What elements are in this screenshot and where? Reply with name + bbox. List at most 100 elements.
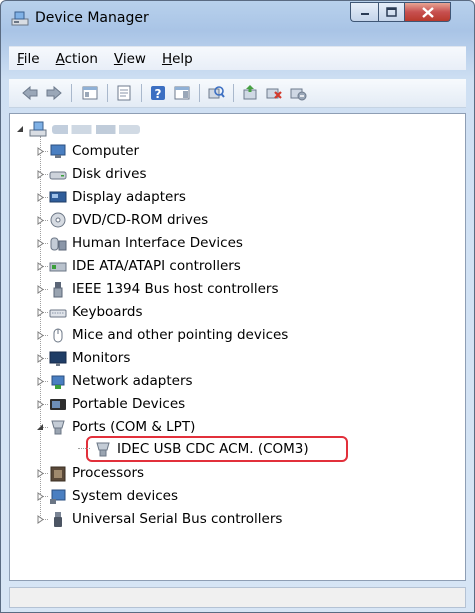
title-bar[interactable]: Device Manager (1, 1, 474, 33)
menu-view-rest: iew (122, 50, 146, 67)
tree-item-label: Human Interface Devices (72, 235, 243, 251)
tree-item-system-device[interactable]: System devices (36, 485, 178, 507)
tree-item-label: IDE ATA/ATAPI controllers (72, 258, 241, 274)
device-manager-window: Device Manager File Action View Help ? C… (0, 0, 475, 613)
tree-item-label: Universal Serial Bus controllers (72, 511, 283, 527)
expand-arrow-icon[interactable] (36, 307, 45, 317)
display-adapter-icon (49, 189, 67, 206)
expand-arrow-icon[interactable] (36, 261, 45, 271)
maximize-button[interactable] (378, 2, 405, 22)
scan-hardware-changes-icon[interactable] (207, 84, 225, 102)
tree-item-label: Monitors (72, 350, 131, 366)
window-title: Device Manager (35, 10, 149, 26)
port-icon (94, 441, 112, 458)
expand-arrow-icon[interactable] (36, 146, 45, 156)
device-manager-icon (11, 10, 29, 26)
tree-item-computer[interactable]: Computer (36, 140, 139, 162)
processor-icon (49, 465, 67, 482)
expand-arrow-icon[interactable] (36, 330, 45, 340)
show-hide-console-tree-icon[interactable] (81, 84, 99, 102)
portable-device-icon (49, 396, 67, 413)
computer-icon (49, 143, 67, 160)
toolbar: ? (9, 79, 466, 108)
menu-bar: File Action View Help (9, 46, 466, 70)
menu-action[interactable]: Action (56, 51, 98, 67)
close-button[interactable] (405, 2, 451, 22)
update-driver-icon[interactable] (241, 84, 259, 102)
minimize-icon (360, 13, 369, 15)
expand-arrow-icon[interactable] (36, 514, 45, 524)
help-icon[interactable]: ? (149, 84, 167, 102)
properties-icon[interactable] (115, 84, 133, 102)
action-pane-icon[interactable] (173, 84, 191, 102)
tree-item-usb[interactable]: Universal Serial Bus controllers (36, 508, 282, 530)
expand-arrow-icon[interactable] (36, 215, 45, 225)
network-adapter-icon (49, 373, 67, 390)
back-arrow-icon[interactable] (21, 84, 39, 102)
expand-arrow-icon[interactable] (36, 353, 45, 363)
svg-text:?: ? (155, 87, 162, 101)
tree-item-label: Mice and other pointing devices (72, 327, 289, 343)
system-device-icon (49, 488, 67, 505)
disable-device-icon[interactable] (289, 84, 307, 102)
tree-item-port-child[interactable]: IDEC USB CDC ACM. (COM3) (78, 438, 309, 460)
tree-item-mouse[interactable]: Mice and other pointing devices (36, 324, 288, 346)
expand-arrow-icon[interactable] (36, 192, 45, 202)
tree-item-label: IEEE 1394 Bus host controllers (72, 281, 279, 297)
disk-drive-icon (49, 166, 67, 183)
toolbar-separator (71, 84, 72, 102)
uninstall-device-icon[interactable] (265, 84, 283, 102)
expand-arrow-icon[interactable] (36, 468, 45, 478)
menu-help-rest: elp (172, 50, 193, 67)
collapse-arrow-icon[interactable] (36, 423, 45, 432)
monitor-icon (49, 350, 67, 367)
menu-file-accel: F (17, 50, 24, 67)
device-tree-pane[interactable]: Computer Disk drives Display adapters DVD/C… (9, 113, 466, 581)
tree-item-label: System devices (72, 488, 179, 504)
expand-arrow-icon[interactable] (36, 491, 45, 501)
expand-arrow-icon[interactable] (36, 284, 45, 294)
tree-item-port[interactable]: Ports (COM & LPT) (36, 416, 195, 438)
expand-arrow-icon[interactable] (36, 238, 45, 248)
tree-item-monitor[interactable]: Monitors (36, 347, 130, 369)
tree-item-label: Keyboards (72, 304, 143, 320)
expand-arrow-icon[interactable] (36, 169, 45, 179)
menu-file[interactable]: File (17, 51, 40, 67)
tree-item-network-adapter[interactable]: Network adapters (36, 370, 193, 392)
tree-item-portable-device[interactable]: Portable Devices (36, 393, 185, 415)
tree-item-ieee1394[interactable]: IEEE 1394 Bus host controllers (36, 278, 279, 300)
tree-item-label: Ports (COM & LPT) (72, 419, 196, 435)
tree-item-ide-controller[interactable]: IDE ATA/ATAPI controllers (36, 255, 241, 277)
menu-help[interactable]: Help (162, 51, 193, 67)
minimize-button[interactable] (350, 2, 378, 22)
tree-root[interactable] (16, 118, 140, 140)
tree-item-label: DVD/CD-ROM drives (72, 212, 209, 228)
tree-item-display-adapter[interactable]: Display adapters (36, 186, 186, 208)
close-icon (421, 6, 434, 18)
tree-item-processor[interactable]: Processors (36, 462, 144, 484)
computer-root-icon (29, 121, 47, 138)
menu-file-rest: ile (23, 50, 40, 67)
toolbar-separator (233, 84, 234, 102)
tree-connector-line (78, 448, 90, 449)
tree-item-keyboard[interactable]: Keyboards (36, 301, 143, 323)
toolbar-separator (141, 84, 142, 102)
tree-item-label: Disk drives (72, 166, 147, 182)
menu-action-accel: A (55, 50, 65, 67)
computer-name-redacted (52, 125, 140, 134)
ieee1394-icon (49, 281, 67, 298)
tree-item-label: Processors (72, 465, 145, 481)
port-child-label: IDEC USB CDC ACM. (COM3) (117, 441, 309, 457)
tree-item-disk-drive[interactable]: Disk drives (36, 163, 147, 185)
toolbar-separator (199, 84, 200, 102)
menu-view[interactable]: View (114, 51, 146, 67)
dvd-drive-icon (49, 212, 67, 229)
tree-item-dvd-drive[interactable]: DVD/CD-ROM drives (36, 209, 208, 231)
collapse-arrow-icon[interactable] (16, 125, 25, 134)
keyboard-icon (49, 304, 67, 321)
expand-arrow-icon[interactable] (36, 399, 45, 409)
expand-arrow-icon[interactable] (36, 376, 45, 386)
status-bar (9, 587, 466, 608)
forward-arrow-icon[interactable] (45, 84, 63, 102)
tree-item-hid[interactable]: Human Interface Devices (36, 232, 243, 254)
